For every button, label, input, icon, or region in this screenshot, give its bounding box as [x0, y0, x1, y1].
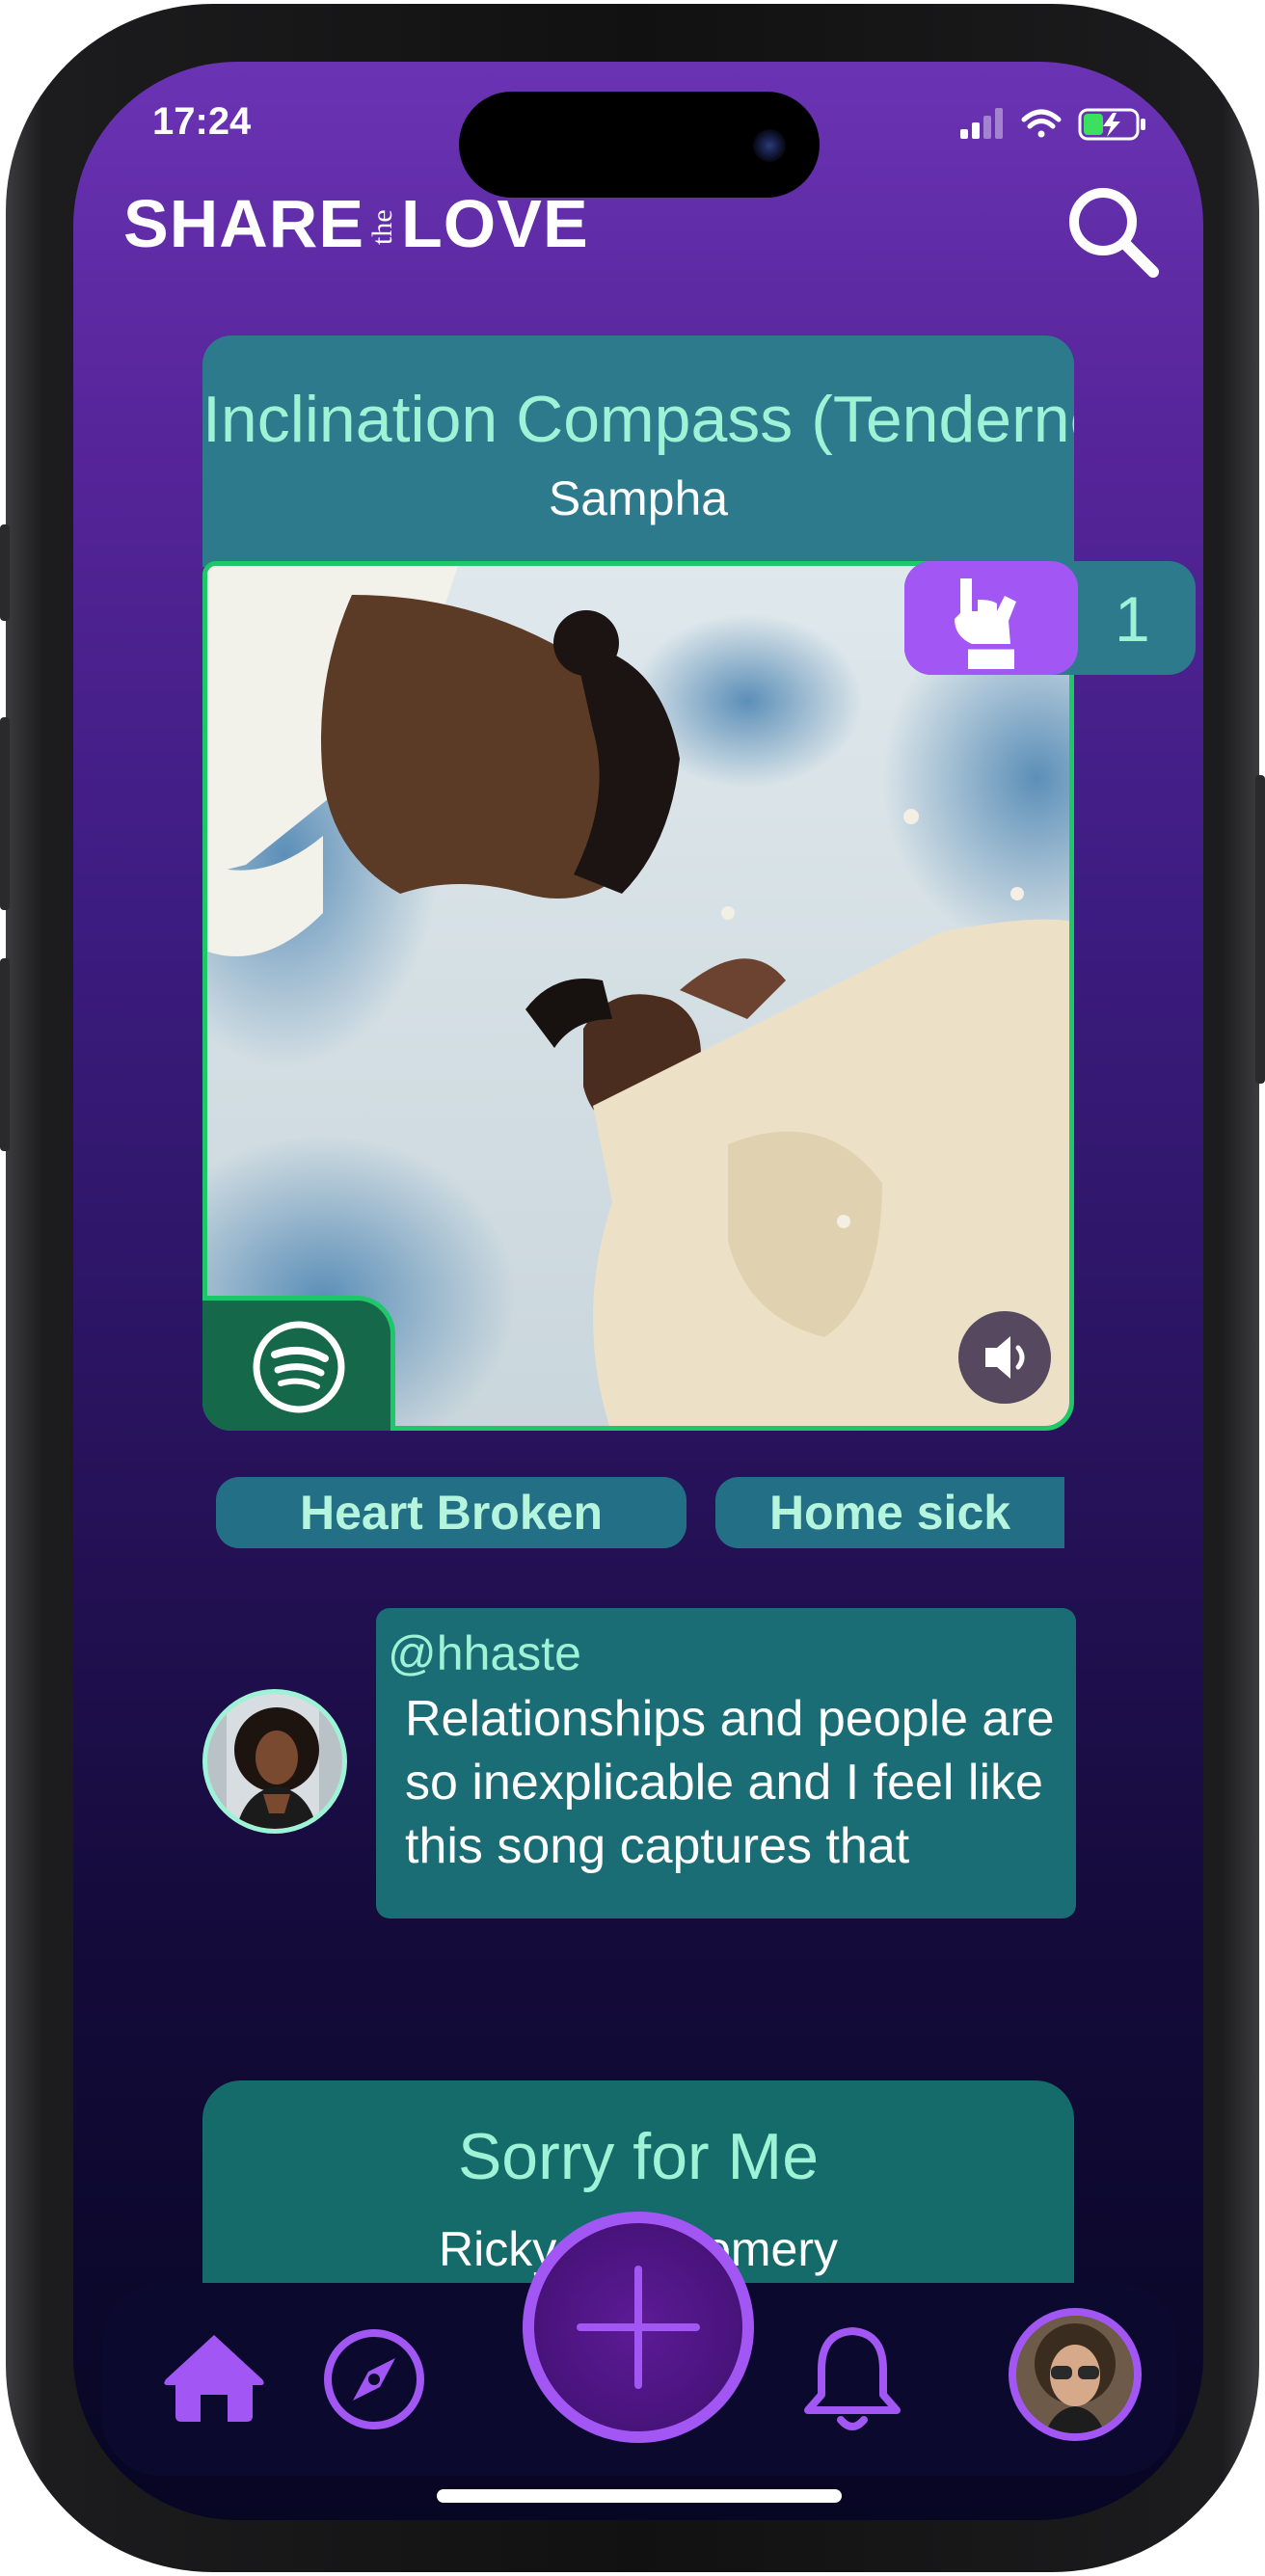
- reaction-count: 1: [1115, 583, 1150, 655]
- front-camera: [753, 129, 786, 162]
- plus-icon: [577, 2266, 700, 2389]
- compass-icon[interactable]: [320, 2325, 428, 2433]
- wifi-icon: [1021, 109, 1062, 138]
- volume-down-button: [0, 958, 10, 1151]
- status-icons: [960, 108, 1145, 141]
- profile-avatar[interactable]: [1009, 2308, 1142, 2441]
- phone-frame: 17:24 SHAREtheLOVE Inclination Compass (…: [0, 4, 1265, 2572]
- action-button: [0, 524, 10, 621]
- status-time: 17:24: [152, 100, 252, 143]
- avatar-image: [207, 1694, 342, 1829]
- add-post-button[interactable]: [523, 2212, 754, 2443]
- comment-text: Relationships and people are so inexplic…: [405, 1691, 1055, 1874]
- song-title: Inclination Compass (Tenderness): [202, 383, 1074, 456]
- speaker-icon: [985, 1336, 1025, 1379]
- rock-hand-icon: [955, 578, 1016, 669]
- song-title: Sorry for Me: [457, 2120, 820, 2193]
- song-card-header: Inclination Compass (Tenderness) Sampha: [202, 335, 1074, 567]
- comment-bubble: @hhaste Relationships and people are so …: [376, 1608, 1076, 1919]
- power-button: [1255, 775, 1265, 1084]
- cellular-signal-icon: [960, 108, 1003, 139]
- home-indicator: [437, 2489, 842, 2503]
- bell-icon[interactable]: [798, 2321, 906, 2437]
- logo-the: the: [366, 209, 399, 245]
- volume-up-button: [0, 717, 10, 910]
- spotify-button[interactable]: [202, 1296, 395, 1431]
- commenter-avatar[interactable]: [202, 1689, 347, 1834]
- app-screen: 17:24 SHAREtheLOVE Inclination Compass (…: [73, 62, 1203, 2520]
- mood-tag[interactable]: Heart Broken: [216, 1477, 686, 1548]
- logo-love: LOVE: [401, 186, 589, 261]
- artist-name: Sampha: [548, 471, 729, 525]
- home-icon[interactable]: [160, 2329, 268, 2426]
- profile-avatar-image: [1016, 2316, 1134, 2433]
- comment-username[interactable]: @hhaste: [388, 1625, 581, 1681]
- logo-share: SHARE: [123, 186, 365, 261]
- mood-tag[interactable]: Home sick: [715, 1477, 1064, 1548]
- spotify-icon: [253, 1321, 345, 1413]
- sound-button[interactable]: [958, 1311, 1051, 1404]
- search-icon[interactable]: [1061, 179, 1167, 285]
- battery-charging-icon: [1078, 108, 1145, 141]
- app-logo: SHAREtheLOVE: [123, 185, 589, 282]
- dynamic-island: [459, 92, 820, 198]
- rock-on-reaction-button[interactable]: [904, 561, 1078, 675]
